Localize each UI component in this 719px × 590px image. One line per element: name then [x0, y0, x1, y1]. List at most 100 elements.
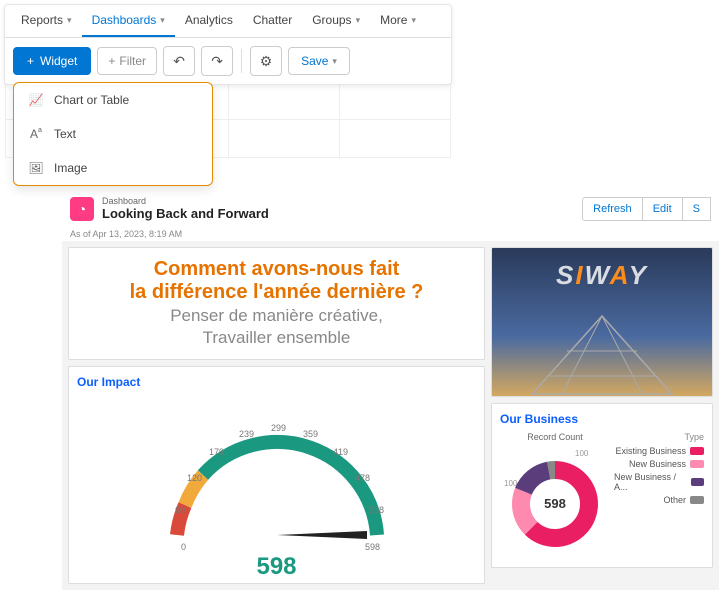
add-filter-button[interactable]: + Filter [97, 47, 157, 75]
tab-analytics[interactable]: Analytics [175, 5, 243, 37]
dashboard-actions: Refresh Edit S [582, 197, 711, 221]
svg-text:120: 120 [187, 473, 202, 483]
image-widget: SIWAY [491, 247, 713, 397]
swatch [690, 460, 704, 468]
nav-tabs: Reports ▾ Dashboards▾ Analytics Chatter G… [5, 5, 451, 38]
legend-title: Type [614, 432, 704, 442]
donut-center-value: 598 [544, 496, 566, 511]
redo-button[interactable]: ↷ [201, 46, 233, 76]
hero-line1: Comment avons-nous fait [79, 258, 474, 281]
gauge-svg: 0 60 120 179 239 299 359 419 478 538 598 [137, 395, 417, 565]
left-column: Comment avons-nous fait la différence l'… [68, 247, 485, 584]
svg-text:419: 419 [333, 447, 348, 457]
svg-text:359: 359 [303, 429, 318, 439]
dashboard-icon: ◔ [70, 197, 94, 221]
logo-accent: A [610, 260, 629, 290]
svg-text:100: 100 [575, 449, 589, 458]
dashboard-header: ◔ Dashboard Looking Back and Forward Ref… [62, 190, 719, 227]
tab-chatter[interactable]: Chatter [243, 5, 302, 37]
button-label: Filter [119, 54, 146, 68]
legend-label: Other [663, 495, 686, 505]
more-button[interactable]: S [683, 197, 711, 221]
chevron-down-icon: ▾ [332, 56, 337, 67]
button-label: Save [301, 54, 328, 68]
svg-text:478: 478 [355, 473, 370, 483]
svg-text:538: 538 [369, 505, 384, 515]
dashboard-preview: ◔ Dashboard Looking Back and Forward Ref… [62, 190, 719, 590]
toolbar: + Widget + Filter ↶ ↷ ⚙ Save ▾ 📈 Chart o… [5, 38, 451, 84]
image-icon: 🖼 [28, 161, 44, 175]
undo-button[interactable]: ↶ [163, 46, 195, 76]
tab-dashboards[interactable]: Dashboards▾ [82, 5, 175, 37]
logo-accent: I [575, 260, 584, 290]
svg-text:299: 299 [271, 423, 286, 433]
redo-icon: ↷ [211, 53, 223, 70]
menu-label: Text [54, 127, 76, 141]
text-icon: Aa [28, 127, 44, 141]
kicker: Dashboard [102, 196, 582, 206]
tab-label: Chatter [253, 13, 292, 27]
swatch [690, 496, 704, 504]
siway-logo: SIWAY [556, 260, 648, 291]
plus-icon: + [108, 54, 115, 68]
legend-label: New Business / A... [614, 472, 687, 492]
business-widget: Our Business Record Count 100 100 598 [491, 403, 713, 568]
legend: Type Existing Business New Business New … [614, 432, 704, 559]
widget-title: Our Impact [77, 375, 476, 389]
hero-sub2: Travailler ensemble [79, 328, 474, 348]
swatch [690, 447, 704, 455]
menu-label: Chart or Table [54, 93, 129, 107]
chevron-down-icon: ▾ [411, 15, 416, 26]
legend-item: Existing Business [614, 446, 704, 456]
dashboard-body: Comment avons-nous fait la différence l'… [62, 241, 719, 590]
donut-block: Record Count 100 100 598 [500, 432, 610, 559]
svg-text:598: 598 [365, 542, 380, 552]
settings-button[interactable]: ⚙ [250, 46, 282, 76]
tab-label: Reports [21, 13, 63, 27]
svg-text:60: 60 [175, 505, 185, 515]
donut-wrap: Record Count 100 100 598 [500, 432, 704, 559]
chevron-down-icon: ▾ [67, 15, 72, 26]
save-button[interactable]: Save ▾ [288, 47, 350, 75]
legend-item: Other [614, 495, 704, 505]
chevron-down-icon: ▾ [356, 15, 361, 26]
gear-icon: ⚙ [260, 53, 273, 70]
chart-icon: 📈 [28, 93, 44, 107]
gauge-chart: 0 60 120 179 239 299 359 419 478 538 598… [137, 395, 417, 575]
hero-sub1: Penser de manière créative, [79, 306, 474, 326]
hero-line2: la différence l'année dernière ? [79, 281, 474, 304]
pyramid-icon [522, 306, 682, 396]
refresh-button[interactable]: Refresh [582, 197, 643, 221]
gauge-value: 598 [256, 553, 296, 581]
impact-widget: Our Impact 0 60 120 179 239 [68, 366, 485, 584]
menu-item-image[interactable]: 🖼 Image [14, 151, 212, 185]
tab-groups[interactable]: Groups ▾ [302, 5, 370, 37]
legend-label: Existing Business [615, 446, 686, 456]
plus-icon: + [27, 54, 34, 68]
legend-label: New Business [629, 459, 686, 469]
divider [241, 49, 242, 73]
legend-item: New Business / A... [614, 472, 704, 492]
button-label: Widget [40, 54, 77, 68]
menu-item-text[interactable]: Aa Text [14, 117, 212, 151]
record-count-label: Record Count [500, 432, 610, 442]
chevron-down-icon: ▾ [160, 15, 165, 26]
tab-reports[interactable]: Reports ▾ [11, 5, 82, 37]
svg-text:239: 239 [239, 429, 254, 439]
svg-text:179: 179 [209, 447, 224, 457]
tab-label: Analytics [185, 13, 233, 27]
tab-more[interactable]: More ▾ [370, 5, 426, 37]
legend-item: New Business [614, 459, 704, 469]
menu-item-chart[interactable]: 📈 Chart or Table [14, 83, 212, 117]
as-of-date: As of Apr 13, 2023, 8:19 AM [62, 227, 719, 241]
add-widget-button[interactable]: + Widget [13, 47, 91, 75]
tab-label: More [380, 13, 407, 27]
widget-title: Our Business [500, 412, 704, 426]
menu-label: Image [54, 161, 87, 175]
undo-icon: ↶ [173, 53, 185, 70]
edit-button[interactable]: Edit [643, 197, 683, 221]
tab-label: Groups [312, 13, 351, 27]
right-column: SIWAY Our Business Record Count 100 [491, 247, 713, 584]
svg-text:0: 0 [181, 542, 186, 552]
donut-chart: 100 100 598 [500, 444, 610, 554]
